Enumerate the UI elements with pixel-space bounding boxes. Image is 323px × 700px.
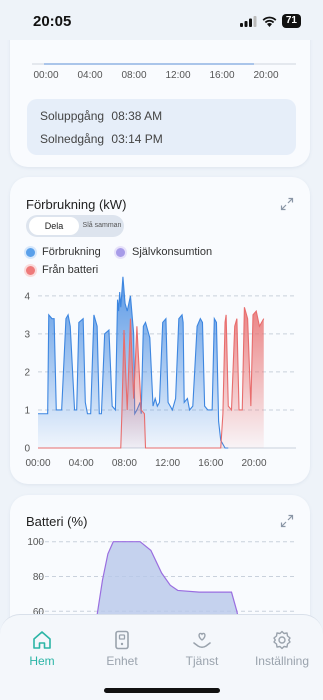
tab-device[interactable]: Enhet <box>82 629 162 668</box>
x-tick-label: 12:00 <box>155 458 180 469</box>
sunset-value: 03:14 PM <box>111 132 163 146</box>
gear-icon <box>273 630 291 650</box>
x-tick-label: 08:00 <box>121 70 147 81</box>
sun-times-box: Soluppgång 08:38 AM Solnedgång 03:14 PM <box>27 99 296 155</box>
y-tick-label: 1 <box>24 405 30 416</box>
top-chart-card: 00:00 04:00 08:00 12:00 16:00 20:00 Soluppgån… <box>10 20 310 167</box>
tab-label: Tjänst <box>185 654 219 668</box>
sunset-row: Solnedgång 03:14 PM <box>40 132 163 146</box>
y-tick-label: 0 <box>24 444 30 455</box>
home-indicator <box>104 688 220 693</box>
status-time: 20:05 <box>33 13 72 30</box>
x-tick-label: 12:00 <box>165 70 191 81</box>
tab-service[interactable]: Tjänst <box>162 629 242 668</box>
sunrise-label: Soluppgång <box>40 109 105 123</box>
x-tick-label: 20:00 <box>253 70 279 81</box>
x-tick-label: 16:00 <box>198 458 223 469</box>
tab-home[interactable]: Hem <box>2 629 82 668</box>
y-tick-label: 3 <box>24 329 30 340</box>
x-tick-label: 00:00 <box>33 70 59 81</box>
consumption-card: Förbrukning (kW) Dela Slå samman Förbruk… <box>10 177 310 484</box>
signal-icon <box>239 15 257 27</box>
sunrise-row: Soluppgång 08:38 AM <box>40 109 162 123</box>
y-tick-label: 4 <box>24 291 30 302</box>
status-icons: 71 <box>239 14 301 28</box>
y-tick-label: 100 <box>27 537 44 548</box>
battery-indicator: 71 <box>281 14 301 28</box>
x-tick-label: 16:00 <box>209 70 235 81</box>
status-bar: 20:05 71 <box>0 0 323 40</box>
x-tick-label: 04:00 <box>77 70 103 81</box>
consumption-chart: 0 1 2 3 4 00:00 04:00 08:00 12:00 16:00 20:00 <box>24 276 296 469</box>
wifi-icon <box>262 16 277 27</box>
device-icon <box>115 630 129 650</box>
sunset-label: Solnedgång <box>40 132 105 146</box>
x-tick-label: 08:00 <box>112 458 137 469</box>
y-tick-label: 2 <box>24 367 30 378</box>
tab-label: Hem <box>29 654 55 668</box>
tab-label: Inställning <box>254 654 310 668</box>
tab-settings[interactable]: Inställning <box>242 629 322 668</box>
x-tick-label: 00:00 <box>25 458 50 469</box>
x-tick-label: 04:00 <box>69 458 94 469</box>
top-x-axis: 00:00 04:00 08:00 12:00 16:00 20:00 <box>10 70 310 84</box>
home-icon <box>33 631 51 649</box>
service-heart-hand-icon <box>193 632 211 649</box>
y-tick-label: 80 <box>33 572 45 583</box>
sunrise-value: 08:38 AM <box>111 109 163 123</box>
x-tick-label: 20:00 <box>241 458 266 469</box>
tab-label: Enhet <box>106 654 138 668</box>
